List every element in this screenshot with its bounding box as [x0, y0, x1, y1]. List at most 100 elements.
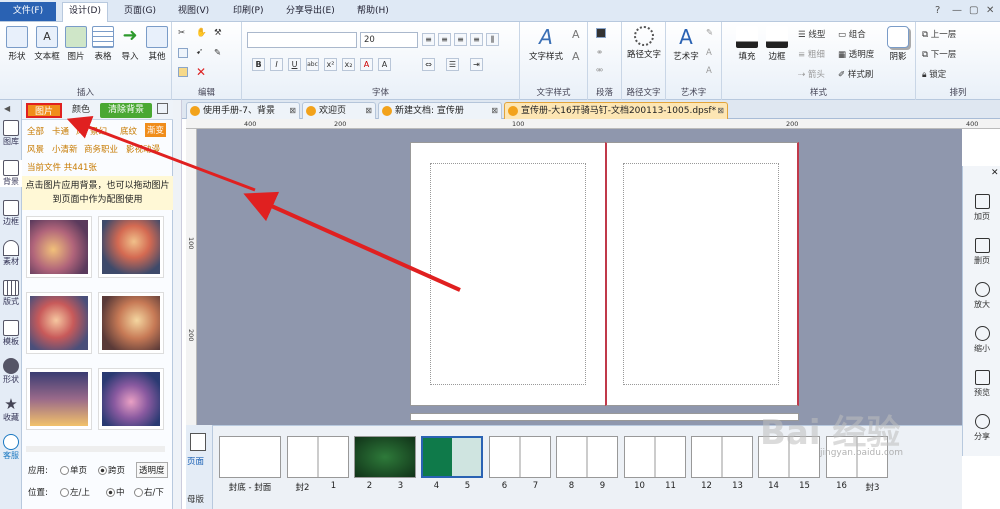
category-business[interactable]: 商务职业: [84, 143, 118, 155]
page-view-label[interactable]: 页面: [187, 455, 204, 467]
line-spacing-icon[interactable]: ☰: [446, 58, 459, 71]
bg-thumbnail[interactable]: [26, 368, 92, 430]
menu-design[interactable]: 设计(D): [62, 2, 108, 22]
sidebar-item-material[interactable]: 素材: [0, 240, 22, 267]
right-page[interactable]: [605, 142, 799, 406]
page-spread-thumbnail[interactable]: [219, 436, 281, 478]
page-spread-thumbnail[interactable]: [287, 436, 349, 478]
textbox-button[interactable]: A 文本框: [32, 26, 62, 62]
page-view-icon[interactable]: [190, 433, 206, 451]
strikethrough-button[interactable]: abc: [306, 58, 319, 71]
sidebar-item-gallery[interactable]: 图库: [0, 120, 22, 147]
sidebar-item-service[interactable]: 客服: [0, 434, 22, 461]
table-button[interactable]: 表格: [90, 26, 116, 62]
underline-button[interactable]: U: [288, 58, 301, 71]
category-fresh[interactable]: 小清新: [52, 143, 78, 155]
text-effect-icon[interactable]: A: [572, 28, 580, 41]
paste-icon[interactable]: [178, 67, 190, 78]
page-spread-thumbnail[interactable]: [354, 436, 416, 478]
close-tab-icon[interactable]: ⊠: [491, 103, 498, 119]
link-icon[interactable]: ⚭: [596, 48, 603, 58]
zoom-out-button[interactable]: 缩小: [963, 326, 1000, 354]
path-text-button[interactable]: 路径文字: [626, 26, 662, 60]
transparency-option-button[interactable]: 透明度: [136, 462, 168, 478]
thickness-button[interactable]: ≡ 粗细: [798, 48, 825, 60]
design-canvas[interactable]: [197, 129, 962, 425]
bold-button[interactable]: B: [252, 58, 265, 71]
art-style-icon-3[interactable]: A: [706, 66, 712, 76]
delete-page-button[interactable]: 删页: [963, 238, 1000, 266]
art-text-button[interactable]: A 艺术字: [670, 26, 702, 62]
hand-icon[interactable]: ✋: [196, 28, 207, 38]
line-type-button[interactable]: ☰ 线型: [798, 28, 825, 40]
art-style-icon-1[interactable]: ✎: [706, 28, 713, 38]
align-left-icon[interactable]: ≡: [422, 33, 435, 46]
wand-icon[interactable]: ⚒: [214, 28, 222, 38]
menu-view[interactable]: 视图(V): [172, 3, 215, 20]
position-right-radio[interactable]: 右/下: [134, 486, 164, 498]
category-fantasy[interactable]: 景幻: [90, 125, 107, 137]
bg-thumbnail[interactable]: [26, 292, 92, 354]
category-cartoon[interactable]: 卡通: [52, 125, 69, 137]
restore-icon[interactable]: ▢: [969, 5, 978, 16]
sidebar-item-layout[interactable]: 版式: [0, 280, 22, 307]
doc-tab[interactable]: 欢迎页 ⊠: [302, 102, 376, 119]
font-highlight-button[interactable]: A: [378, 58, 391, 71]
shape-button[interactable]: 形状: [4, 26, 30, 62]
position-left-radio[interactable]: 左/上: [60, 486, 90, 498]
category-wind[interactable]: 风: [76, 125, 85, 137]
shadow-button[interactable]: 阴影: [886, 26, 910, 62]
send-backward-button[interactable]: ⧉ 下一层: [922, 48, 956, 60]
sidebar-item-background[interactable]: 背景: [0, 160, 22, 187]
border-button[interactable]: 边框: [762, 26, 792, 62]
delete-icon[interactable]: ✕: [196, 65, 206, 79]
image-button[interactable]: 图片: [63, 26, 89, 62]
cut-icon[interactable]: ✂: [178, 28, 185, 38]
category-scenery[interactable]: 风景: [27, 143, 44, 155]
columns-icon[interactable]: ⫼: [486, 33, 499, 46]
expand-icon[interactable]: [157, 103, 168, 114]
doc-tab[interactable]: 新建文档: 宣传册 ⊠: [378, 102, 502, 119]
page-spread-thumbnail[interactable]: [556, 436, 618, 478]
other-button[interactable]: 其他: [144, 26, 170, 62]
align-justify-icon[interactable]: ≡: [470, 33, 483, 46]
category-all[interactable]: 全部: [27, 125, 44, 137]
category-film[interactable]: 影视动漫: [126, 143, 160, 155]
panel-scrollbar[interactable]: [173, 100, 182, 509]
italic-button[interactable]: I: [270, 58, 283, 71]
align-right-icon[interactable]: ≡: [454, 33, 467, 46]
sidebar-item-favorite[interactable]: ★ 收藏: [0, 396, 22, 423]
indent-icon[interactable]: ⇥: [470, 58, 483, 71]
menu-file[interactable]: 文件(F): [0, 2, 56, 21]
menu-share-export[interactable]: 分享导出(E): [280, 3, 341, 20]
fill-button[interactable]: 填充: [732, 26, 762, 62]
copy-icon[interactable]: [178, 48, 190, 59]
zoom-in-button[interactable]: 放大: [963, 282, 1000, 310]
preview-button[interactable]: 预览: [963, 370, 1000, 398]
paragraph-icon[interactable]: [596, 28, 608, 39]
position-center-radio[interactable]: 中: [106, 486, 125, 498]
sidebar-item-frame[interactable]: 边框: [0, 200, 22, 227]
bg-thumbnail[interactable]: [26, 216, 92, 278]
import-button[interactable]: ➜ 导入: [117, 26, 143, 63]
bg-thumbnail[interactable]: [98, 292, 164, 354]
art-style-icon-2[interactable]: A: [706, 48, 712, 58]
tab-image[interactable]: 图片: [26, 103, 62, 118]
format-brush-button[interactable]: ✐ 样式刷: [838, 68, 873, 80]
close-tab-icon[interactable]: ⊠: [717, 103, 724, 119]
apply-spread-radio[interactable]: 跨页: [98, 464, 125, 476]
font-family-select[interactable]: [247, 32, 357, 48]
lock-button[interactable]: 🔒︎ 锁定: [922, 68, 946, 80]
spacing-icon[interactable]: ⇔: [422, 58, 435, 71]
text-style-button[interactable]: A 文字样式: [526, 26, 566, 62]
combine-button[interactable]: ▭ 组合: [838, 28, 866, 40]
unlink-icon[interactable]: ⚮: [596, 66, 603, 76]
tab-color[interactable]: 颜色: [66, 103, 96, 118]
arrow-button[interactable]: ⇢ 箭头: [798, 68, 825, 80]
master-view-label[interactable]: 母版: [187, 493, 204, 505]
doc-tab[interactable]: 使用手册-7、背景 ⊠: [186, 102, 300, 119]
collapse-arrow-icon[interactable]: ◀: [4, 104, 10, 113]
close-tab-icon[interactable]: ⊠: [365, 103, 372, 119]
superscript-button[interactable]: x²: [324, 58, 337, 71]
doc-tab-active[interactable]: 宣传册-大16开骑马钉-文档200113-1005.dpsf* ⊠: [504, 102, 728, 119]
